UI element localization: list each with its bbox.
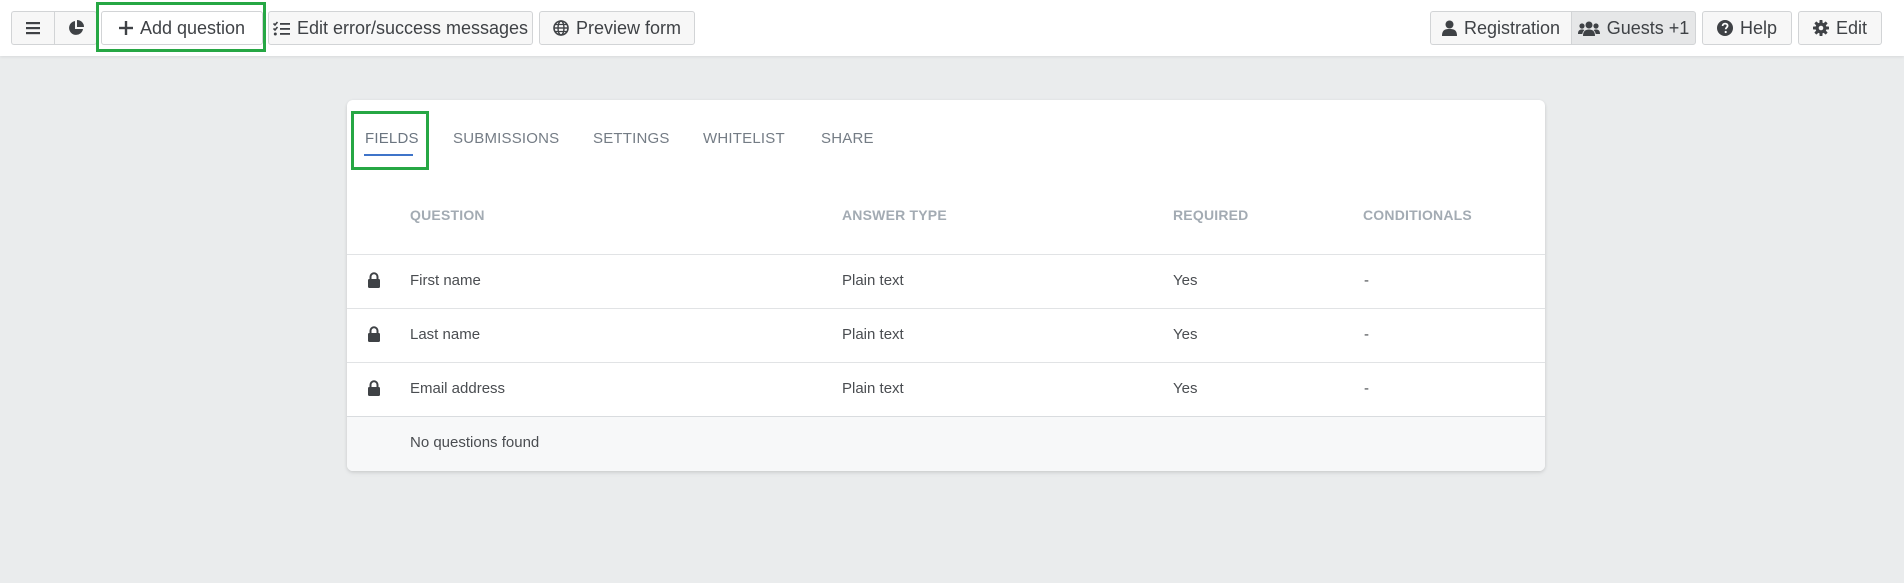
conditionals-cell: - [1364,380,1369,397]
table-row[interactable]: Last name Plain text Yes - [347,308,1545,362]
lock-icon [368,326,380,342]
active-tab-indicator [364,154,413,156]
question-circle-icon [1716,20,1733,36]
question-cell: Last name [410,326,481,343]
registration-button[interactable]: Registration [1430,11,1571,45]
column-header-answer-type: ANSWER TYPE [842,207,947,223]
column-header-question: QUESTION [410,207,485,223]
tab-submissions[interactable]: SUBMISSIONS [453,130,559,147]
edit-label: Edit [1835,17,1868,38]
guests-label: Guests +1 [1606,17,1690,38]
question-cell: First name [410,272,481,289]
registration-label: Registration [1463,17,1561,38]
conditionals-cell: - [1364,272,1369,289]
add-question-button[interactable]: Add question [101,11,263,45]
pie-chart-icon [68,20,84,35]
table-row[interactable]: Email address Plain text Yes - [347,362,1545,416]
tab-share[interactable]: SHARE [821,130,874,147]
help-label: Help [1739,17,1778,38]
users-icon [1577,21,1600,36]
required-cell: Yes [1173,380,1198,397]
required-cell: Yes [1173,326,1198,343]
question-cell: Email address [410,380,506,397]
help-button[interactable]: Help [1702,11,1792,45]
stats-button[interactable] [54,11,97,45]
guests-button[interactable]: Guests +1 [1571,11,1696,45]
top-toolbar: Add question Edit error/success messages… [0,0,1904,56]
tab-whitelist[interactable]: WHITELIST [703,130,785,147]
lock-icon [368,380,380,396]
edit-messages-button[interactable]: Edit error/success messages [268,11,533,45]
empty-state-row: No questions found [347,416,1545,471]
edit-messages-label: Edit error/success messages [296,17,529,38]
answer-type-cell: Plain text [842,272,904,289]
lock-icon [368,272,380,288]
list-check-icon [272,20,290,35]
gear-icon [1812,20,1829,36]
table-row[interactable]: First name Plain text Yes - [347,254,1545,308]
empty-state-message: No questions found [410,434,540,451]
column-header-required: REQUIRED [1173,207,1249,223]
tab-settings[interactable]: SETTINGS [593,130,670,147]
required-cell: Yes [1173,272,1198,289]
plus-icon [118,21,133,35]
menu-button[interactable] [11,11,54,45]
user-icon [1441,20,1457,36]
preview-form-label: Preview form [575,17,682,38]
form-fields-card: FIELDS SUBMISSIONS SETTINGS WHITELIST SH… [347,100,1545,471]
conditionals-cell: - [1364,326,1369,343]
answer-type-cell: Plain text [842,380,904,397]
edit-button[interactable]: Edit [1798,11,1882,45]
menu-icon [26,22,40,35]
add-question-label: Add question [139,17,246,38]
column-header-conditionals: CONDITIONALS [1363,207,1472,223]
preview-form-button[interactable]: Preview form [539,11,695,45]
globe-icon [553,20,569,36]
answer-type-cell: Plain text [842,326,904,343]
tab-fields[interactable]: FIELDS [365,130,419,147]
